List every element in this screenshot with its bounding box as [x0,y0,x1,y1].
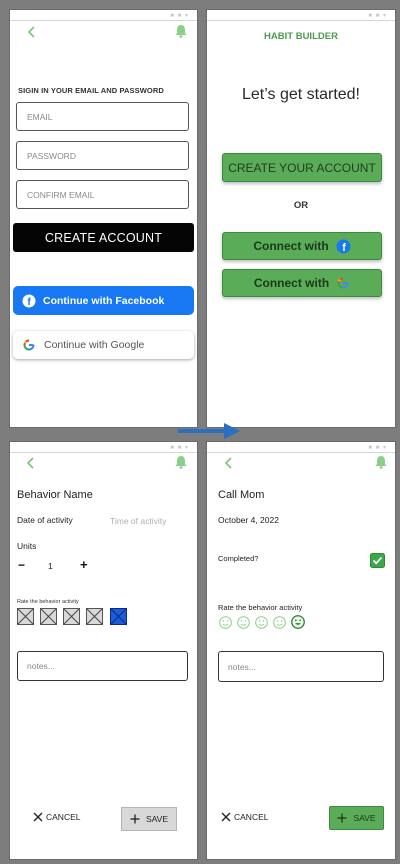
status-bar: ■ ■ ▾ [207,10,395,21]
cancel-button[interactable]: CANCEL [33,812,80,822]
signin-screen: ■ ■ ▾ SIGIN IN YOUR EMAIL AND PASSWORD E… [9,9,198,428]
status-bar: ■ ■ ▾ [207,442,395,453]
facebook-login-button[interactable]: f Continue with Facebook [13,286,194,315]
google-icon [337,277,349,289]
completed-checkbox[interactable] [370,553,385,568]
close-icon [33,812,43,822]
rating-face-4-icon[interactable] [273,616,286,629]
cancel-button[interactable]: CANCEL [221,812,268,822]
google-login-button[interactable]: Continue with Google [13,331,194,359]
status-icons: ■ ■ ▾ [170,13,189,19]
chevron-left-icon[interactable] [221,455,237,471]
save-button[interactable]: SAVE [329,806,384,830]
connect-google-button[interactable]: Connect with [222,269,382,297]
rating-option-1[interactable] [17,608,34,625]
headline: Let’s get started! [242,86,360,103]
date-of-activity-label[interactable]: Date of activity [17,515,73,525]
or-separator: OR [293,200,309,211]
notes-field[interactable]: notes... [218,651,384,682]
completed-label: Completed? [218,554,259,563]
rating-option-3[interactable] [63,608,80,625]
save-label: SAVE [353,813,376,823]
status-icons: ■ ■ ▾ [368,13,387,19]
create-your-account-button[interactable]: CREATE YOUR ACCOUNT [222,153,382,182]
call-mom-screen: ■ ■ ▾ Call Mom October 4, 2022 Completed… [206,441,396,860]
create-your-account-label: CREATE YOUR ACCOUNT [228,160,376,175]
plus-icon [130,814,140,824]
facebook-icon: f [22,294,36,308]
confirm-email-placeholder: CONFIRM EMAIL [27,189,95,200]
activity-date[interactable]: October 4, 2022 [218,515,279,525]
rating-option-4[interactable] [86,608,103,625]
password-field[interactable]: PASSWORD [16,141,189,170]
status-icons: ■ ■ ▾ [368,445,387,451]
bell-icon[interactable] [173,454,189,470]
rating-option-5-selected[interactable] [110,608,127,625]
rating-face-1-icon[interactable] [219,616,232,629]
rate-label: Rate the behavior activity [218,603,303,612]
close-icon [221,812,231,822]
status-bar: ■ ■ ▾ [10,10,197,21]
confirm-email-field[interactable]: CONFIRM EMAIL [16,180,189,209]
units-increment-button[interactable]: + [80,557,88,572]
signin-heading: SIGIN IN YOUR EMAIL AND PASSWORD [18,86,164,95]
facebook-login-label: Continue with Facebook [43,294,165,307]
units-value: 1 [48,561,53,571]
google-icon [23,339,35,351]
create-account-label: CREATE ACCOUNT [44,230,163,245]
create-account-button[interactable]: CREATE ACCOUNT [13,223,194,252]
units-label: Units [17,541,37,551]
facebook-icon: f [336,239,351,253]
connect-facebook-label: Connect with [253,239,329,253]
rating-option-2[interactable] [40,608,57,625]
notes-field[interactable]: notes... [17,651,188,681]
rate-label: Rate the behavior activity [17,599,79,605]
cancel-label: CANCEL [46,812,81,822]
save-button[interactable]: SAVE [121,807,177,831]
chevron-left-icon[interactable] [23,455,39,471]
connect-facebook-button[interactable]: Connect with f [222,232,382,260]
notes-placeholder: notes... [228,661,256,672]
rating-face-2-icon[interactable] [237,616,250,629]
units-decrement-button[interactable]: − [18,558,25,572]
cancel-label: CANCEL [234,812,269,822]
chevron-left-icon[interactable] [24,24,40,40]
get-started-screen: ■ ■ ▾ HABIT BUILDER Let’s get started! C… [206,9,396,428]
rating-face-3-icon[interactable] [255,616,268,629]
bell-icon[interactable] [373,454,389,470]
save-label: SAVE [145,814,169,824]
status-bar: ■ ■ ▾ [10,442,197,453]
arrow-right-icon [178,423,240,439]
rating-face-5-selected-icon[interactable] [291,615,305,629]
google-login-label: Continue with Google [44,339,145,351]
bell-icon[interactable] [173,23,189,39]
email-placeholder: EMAIL [27,111,53,122]
notes-placeholder: notes... [27,661,55,671]
email-field[interactable]: EMAIL [16,102,189,131]
app-title: HABIT BUILDER [264,31,338,42]
time-of-activity-field[interactable]: Time of activity [110,516,166,526]
behavior-name-title: Behavior Name [17,489,93,501]
password-placeholder: PASSWORD [27,150,76,161]
behavior-title: Call Mom [218,489,265,501]
status-icons: ■ ■ ▾ [170,445,189,451]
svg-text:f: f [342,241,346,253]
behavior-form-screen: ■ ■ ▾ Behavior Name Date of activity Tim… [9,441,198,860]
connect-google-label: Connect with [253,276,330,290]
plus-icon [337,813,347,823]
